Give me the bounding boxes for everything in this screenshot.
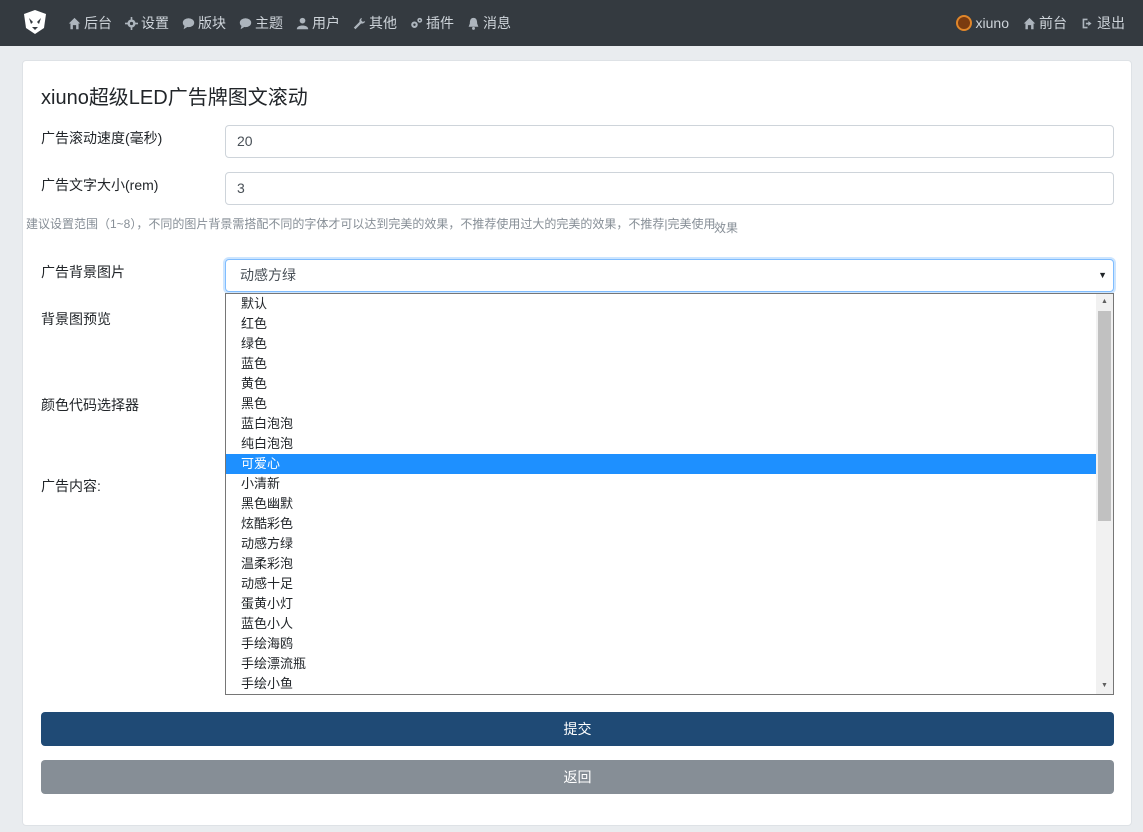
page-title: xiuno超级LED广告牌图文滚动 <box>41 87 308 109</box>
dropdown-option[interactable]: 蓝白泡泡 <box>226 414 1096 434</box>
dropdown-option[interactable]: 黑色幽默 <box>226 494 1096 514</box>
speed-input[interactable]: 20 <box>225 125 1114 158</box>
home-icon <box>1023 17 1036 29</box>
size-hint: 建议设置范围（1~8），不同的图片背景需搭配不同的字体才可以达到完美的效果，不推… <box>26 217 716 231</box>
dropdown-option[interactable]: 黑色 <box>226 394 1096 414</box>
user-icon <box>296 17 309 29</box>
bg-select-dropdown[interactable]: 默认 红色 绿色 蓝色 黄色 黑色 蓝白泡泡 纯白泡泡 可爱心 小清新 黑色幽默 炫酷彩色 动感方绿 温柔… <box>225 293 1114 695</box>
username: xiuno <box>975 15 1009 31</box>
gear-icon <box>125 16 138 30</box>
nav-item-label: 设置 <box>141 15 169 31</box>
dropdown-option[interactable]: 蓝色 <box>226 354 1096 374</box>
nav-item-4[interactable]: 用户 <box>296 13 340 33</box>
nav-item-label: 退出 <box>1097 15 1125 31</box>
nav-item-1[interactable]: 设置 <box>125 13 169 33</box>
bell-icon <box>468 17 479 30</box>
dropdown-option[interactable]: 蓝色小人 <box>226 614 1096 634</box>
dropdown-scrollbar[interactable]: ▲ ▼ <box>1096 294 1113 694</box>
user-menu[interactable]: xiuno <box>955 15 1009 31</box>
nav-item-label: 消息 <box>483 15 511 31</box>
nav-item-6[interactable]: 插件 <box>410 13 454 33</box>
dropdown-option[interactable]: 手绘漂流瓶 <box>226 654 1096 674</box>
scroll-down-icon[interactable]: ▼ <box>1096 678 1113 694</box>
nav-item-label: 其他 <box>369 15 397 31</box>
dropdown-option[interactable]: 小清新 <box>226 474 1096 494</box>
color-picker-label: 颜色代码选择器 <box>41 397 139 413</box>
nav-right-menu: xiuno 前台 退出 <box>942 0 1125 46</box>
dropdown-option[interactable]: 绿色 <box>226 334 1096 354</box>
nav-item-logout[interactable]: 退出 <box>1081 13 1125 33</box>
dropdown-option[interactable]: 手绘小鱼 <box>226 674 1096 694</box>
dropdown-option[interactable]: 温柔彩泡 <box>226 554 1096 574</box>
top-navbar: 后台 设置 版块 主题 用户 其他 插件 消息 xiuno 前台 退出 <box>0 0 1143 46</box>
dropdown-option[interactable]: 黄色 <box>226 374 1096 394</box>
nav-item-0[interactable]: 后台 <box>68 13 112 33</box>
dropdown-option[interactable]: 蛋黄小灯 <box>226 594 1096 614</box>
avatar <box>955 15 972 31</box>
dropdown-option[interactable]: 可爱心 <box>226 454 1096 474</box>
settings-card: xiuno超级LED广告牌图文滚动 广告滚动速度(毫秒) 20 广告文字大小(r… <box>22 60 1132 826</box>
nav-item-2[interactable]: 版块 <box>182 13 226 33</box>
dropdown-option[interactable]: 红色 <box>226 314 1096 334</box>
comment-icon <box>239 17 252 29</box>
home-icon <box>68 17 81 29</box>
wrench-icon <box>353 17 366 29</box>
dropdown-option[interactable]: 手绘海鸥 <box>226 634 1096 654</box>
comment-icon <box>182 17 195 29</box>
nav-item-3[interactable]: 主题 <box>239 13 283 33</box>
size-input[interactable]: 3 <box>225 172 1114 205</box>
nav-item-label: 版块 <box>198 15 226 31</box>
submit-button[interactable]: 提交 <box>41 712 1114 746</box>
bg-label: 广告背景图片 <box>41 264 125 280</box>
preview-label: 背景图预览 <box>41 311 111 327</box>
nav-item-5[interactable]: 其他 <box>353 13 397 33</box>
size-label: 广告文字大小(rem) <box>41 177 159 193</box>
nav-item-label: 主题 <box>255 15 283 31</box>
nav-item-front[interactable]: 前台 <box>1023 13 1067 33</box>
cogs-icon <box>411 17 423 28</box>
dropdown-option[interactable]: 纯白泡泡 <box>226 434 1096 454</box>
nav-left-menu: 后台 设置 版块 主题 用户 其他 插件 消息 <box>68 0 524 46</box>
option-list: 默认 红色 绿色 蓝色 黄色 黑色 蓝白泡泡 纯白泡泡 可爱心 小清新 黑色幽默 炫酷彩色 动感方绿 温柔… <box>226 294 1113 694</box>
size-hint-tail: 效果 <box>714 221 739 235</box>
nav-item-label: 用户 <box>312 15 340 31</box>
bg-select-value: 动感方绿 <box>240 267 296 283</box>
bg-select[interactable]: 动感方绿 ▼ <box>225 259 1114 292</box>
nav-item-label: 插件 <box>426 15 454 31</box>
nav-item-label: 后台 <box>84 15 112 31</box>
dropdown-option[interactable]: 默认 <box>226 294 1096 314</box>
content-label: 广告内容: <box>41 478 101 494</box>
dropdown-option[interactable]: 炫酷彩色 <box>226 514 1096 534</box>
dropdown-option[interactable]: 动感方绿 <box>226 534 1096 554</box>
nav-item-label: 前台 <box>1039 15 1067 31</box>
back-button[interactable]: 返回 <box>41 760 1114 794</box>
caret-down-icon: ▼ <box>1098 270 1107 280</box>
dropdown-option[interactable]: 动感十足 <box>226 574 1096 594</box>
scroll-thumb[interactable] <box>1098 311 1111 521</box>
scroll-up-icon[interactable]: ▲ <box>1096 294 1113 310</box>
sign-out-icon <box>1082 18 1092 28</box>
speed-label: 广告滚动速度(毫秒) <box>41 130 163 146</box>
nav-item-7[interactable]: 消息 <box>467 13 511 33</box>
logo-icon[interactable] <box>22 8 48 36</box>
